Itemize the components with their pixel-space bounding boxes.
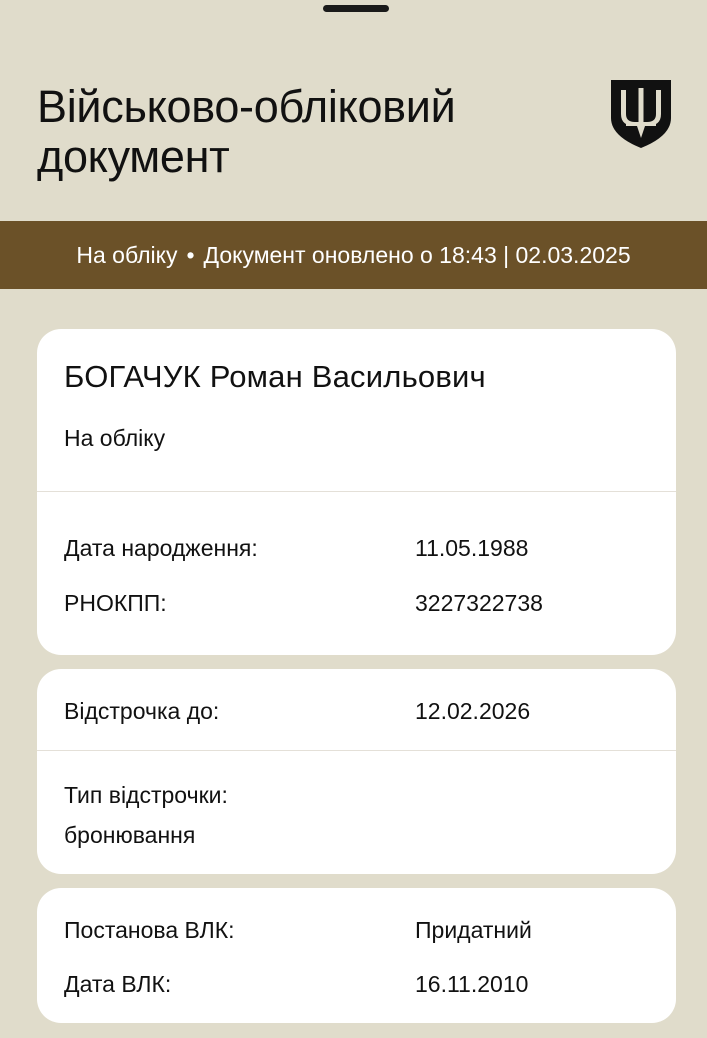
- tax-id-label: РНОКПП:: [64, 590, 167, 616]
- deferment-type-value: бронювання: [64, 822, 196, 848]
- document-updated-text: Документ оновлено о 18:43 | 02.03.2025: [203, 241, 631, 268]
- deferment-until-label: Відстрочка до:: [64, 698, 220, 724]
- medical-date-value: 16.11.2010: [415, 971, 529, 997]
- document-title: Військово-обліковий документ: [37, 82, 597, 182]
- medical-card: Постанова ВЛК: Придатний Дата ВЛК: 16.11…: [37, 888, 676, 1023]
- deferment-until-value: 12.02.2026: [415, 698, 531, 724]
- person-registration-status: На обліку: [64, 425, 166, 451]
- deferment-card: Відстрочка до: 12.02.2026 Тип відстрочки…: [37, 669, 676, 874]
- birth-date-label: Дата народження:: [64, 535, 258, 561]
- tax-id-value: 3227322738: [415, 590, 543, 616]
- status-separator: •: [186, 241, 195, 268]
- medical-date-label: Дата ВЛК:: [64, 971, 172, 997]
- birth-date-value: 11.05.1988: [415, 535, 529, 561]
- sheet-grabber-handle[interactable]: [323, 5, 389, 12]
- person-full-name: БОГАЧУК Роман Васильович: [64, 359, 486, 394]
- registration-status-text: На обліку: [76, 241, 178, 268]
- deferment-type-label: Тип відстрочки:: [64, 782, 228, 808]
- medical-decision-label: Постанова ВЛК:: [64, 917, 235, 943]
- trident-shield-icon: [611, 80, 671, 148]
- person-card: БОГАЧУК Роман Васильович На обліку Дата …: [37, 329, 676, 655]
- status-bar: На обліку • Документ оновлено о 18:43 | …: [0, 221, 707, 289]
- document-title-line-2: документ: [37, 131, 230, 182]
- card-divider: [37, 491, 676, 492]
- medical-decision-value: Придатний: [415, 917, 532, 943]
- card-divider: [37, 750, 676, 751]
- document-title-line-1: Військово-обліковий: [37, 81, 456, 132]
